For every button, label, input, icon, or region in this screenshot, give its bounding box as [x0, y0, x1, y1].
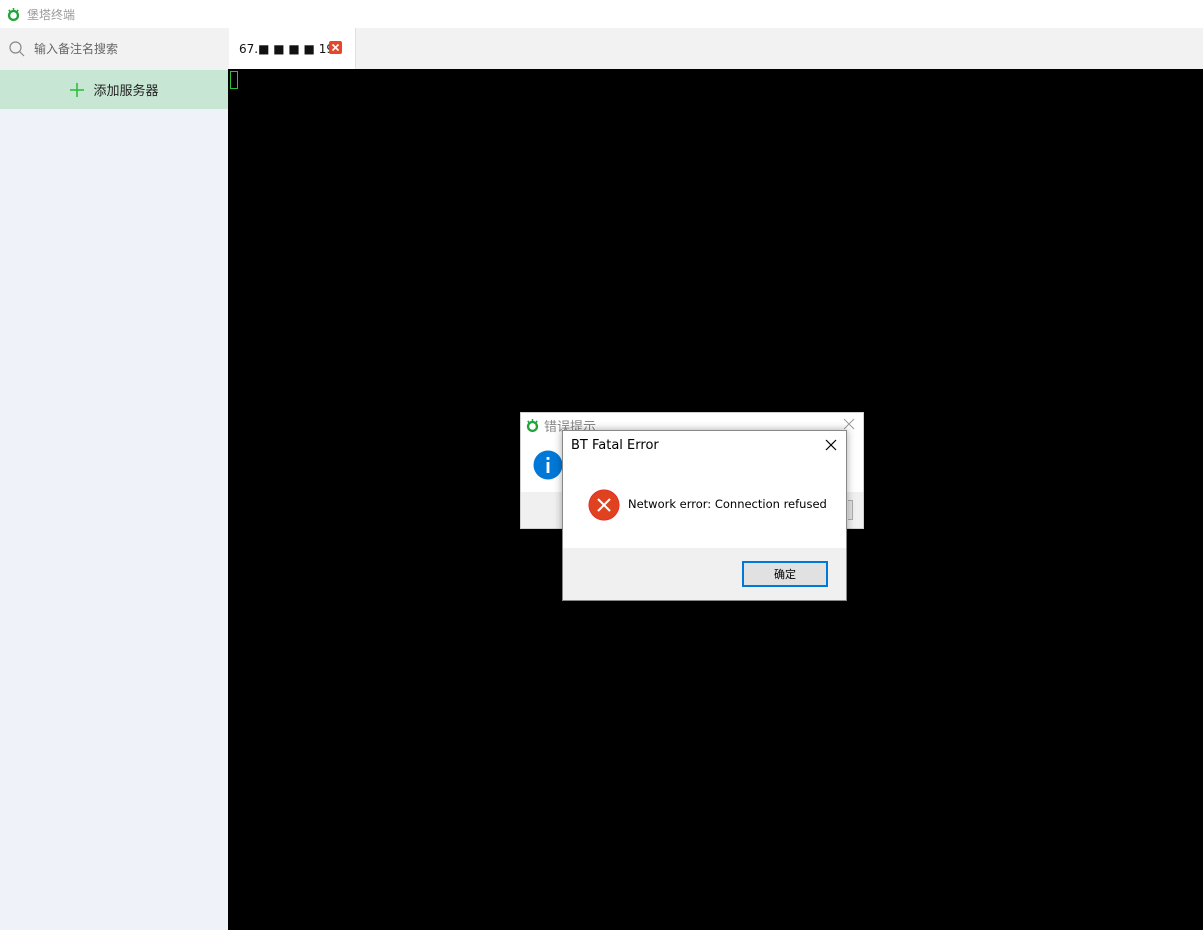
tab-server-session[interactable]: 67.■ ■ ■ ■ 194: [229, 28, 356, 69]
terminal-cursor: [230, 71, 238, 89]
add-server-button[interactable]: 添加服务器: [0, 70, 228, 109]
sidebar: 添加服务器: [0, 28, 228, 930]
bt-logo-icon: [7, 7, 20, 21]
search-input[interactable]: [32, 40, 216, 57]
close-icon[interactable]: [825, 439, 837, 451]
info-icon: [533, 450, 563, 480]
tab-label: 67.■ ■ ■ ■ 194: [239, 41, 342, 56]
window-titlebar: 堡塔终端: [0, 0, 1203, 28]
close-icon[interactable]: [843, 418, 855, 430]
search-box: [0, 28, 228, 69]
ok-button[interactable]: 确定: [742, 561, 828, 587]
fatal-error-title: BT Fatal Error: [571, 438, 659, 453]
error-icon: [588, 489, 620, 521]
app-title: 堡塔终端: [27, 7, 76, 22]
tab-bar: 67.■ ■ ■ ■ 194: [228, 28, 1203, 69]
error-tip-button-edge: [848, 500, 853, 520]
add-server-label: 添加服务器: [93, 84, 159, 99]
fatal-error-footer: 确定: [563, 548, 846, 600]
search-icon: [9, 40, 25, 56]
bt-logo-icon: [526, 418, 539, 432]
error-message: Network error: Connection refused: [628, 497, 827, 511]
fatal-error-dialog: BT Fatal Error Network error: Connection…: [562, 430, 847, 601]
plus-icon: [70, 82, 85, 97]
close-x-icon[interactable]: [329, 41, 342, 54]
